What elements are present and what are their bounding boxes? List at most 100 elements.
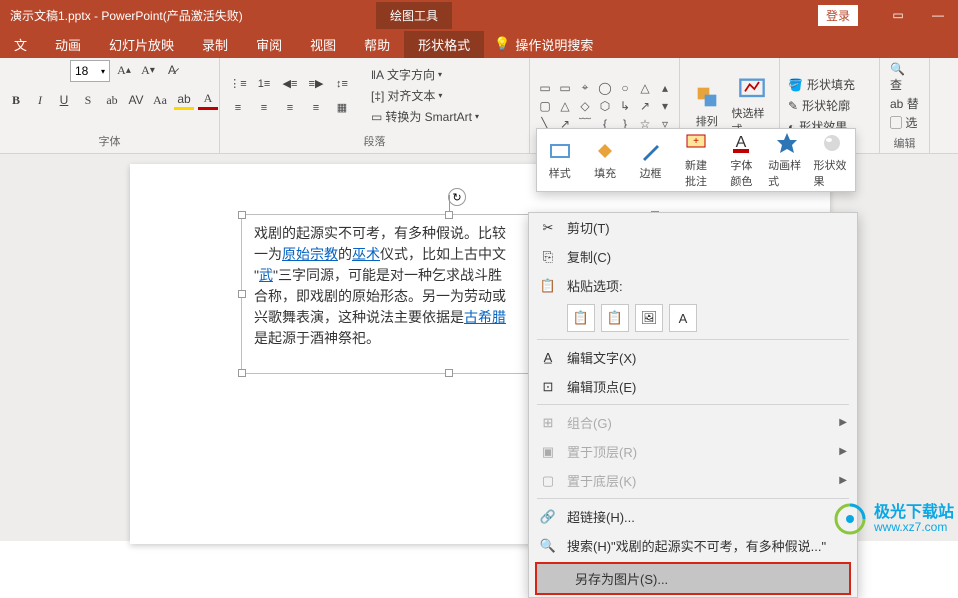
ctx-edit-points[interactable]: ⊡编辑顶点(E)	[529, 372, 857, 401]
tab-animation[interactable]: 动画	[41, 31, 95, 58]
window-title: 演示文稿1.pptx - PowerPoint(产品激活失败)	[0, 7, 376, 24]
select-button[interactable]: ▢ 选	[890, 114, 919, 131]
paste-option-3[interactable]: 🖼	[635, 304, 663, 332]
shrink-font-icon[interactable]: A▾	[138, 60, 158, 80]
link-greece[interactable]: 古希腊	[464, 309, 506, 325]
shape-fill-button[interactable]: 🪣形状填充	[786, 75, 857, 94]
link-wu[interactable]: 武	[259, 267, 273, 283]
indent-right-icon[interactable]: ≡▶	[304, 73, 328, 95]
context-menu: ✂剪切(T) ⎘复制(C) 📋粘贴选项: 📋 📋 🖼 A A̲编辑文字(X) ⊡…	[528, 212, 858, 598]
context-tab-label[interactable]: 绘图工具	[376, 2, 452, 29]
paste-option-2[interactable]: 📋	[601, 304, 629, 332]
fill-icon: 🪣	[788, 78, 803, 92]
link-religion[interactable]: 原始宗教	[282, 246, 338, 262]
mini-shape-effects-button[interactable]: 形状效果	[814, 131, 851, 189]
watermark-logo-icon	[832, 501, 868, 537]
mini-style-button[interactable]: 样式	[541, 139, 578, 181]
shape-outline-button[interactable]: ✎形状轮廓	[786, 96, 857, 115]
line-spacing-icon[interactable]: ↕≡	[330, 73, 354, 95]
login-button[interactable]: 登录	[818, 5, 858, 26]
resize-handle[interactable]	[238, 369, 246, 377]
columns-icon[interactable]: ▦	[330, 97, 354, 119]
align-center-icon[interactable]: ≡	[252, 97, 276, 119]
italic-icon[interactable]: I	[30, 90, 50, 110]
title-bar: 演示文稿1.pptx - PowerPoint(产品激活失败) 绘图工具 登录 …	[0, 0, 958, 30]
ribbon-display-icon[interactable]: ▭	[878, 0, 918, 30]
replace-button[interactable]: ab 替	[890, 95, 919, 112]
link-icon: 🔗	[539, 509, 557, 525]
font-color-icon[interactable]: A	[198, 90, 218, 110]
paragraph-group-label: 段落	[226, 131, 523, 151]
font-size-input[interactable]: 18▾	[70, 60, 110, 82]
svg-text:+: +	[693, 136, 699, 147]
mini-fill-button[interactable]: 填充	[586, 139, 623, 181]
star-icon	[775, 131, 799, 155]
mini-font-color-button[interactable]: A字体 颜色	[723, 131, 760, 189]
resize-handle[interactable]	[238, 211, 246, 219]
spacing-icon[interactable]: AV	[126, 90, 146, 110]
ctx-copy[interactable]: ⎘复制(C)	[529, 242, 857, 271]
link-sorcery[interactable]: 巫术	[352, 246, 380, 262]
tab-slideshow[interactable]: 幻灯片放映	[95, 31, 188, 58]
paste-option-4[interactable]: A	[669, 304, 697, 332]
font-group-label: 字体	[6, 131, 213, 151]
bold-icon[interactable]: B	[6, 90, 26, 110]
bullets-icon[interactable]: ⋮≡	[226, 73, 250, 95]
strike-icon[interactable]: S	[78, 90, 98, 110]
find-button[interactable]: 🔍 查	[890, 62, 919, 93]
convert-smartart-button[interactable]: ▭转换为 SmartArt▾	[368, 107, 482, 126]
ctx-send-back: ▢置于底层(K)▶	[529, 466, 857, 495]
outline-icon: ✎	[788, 99, 798, 113]
align-text-button[interactable]: [‡]对齐文本▾	[368, 86, 482, 105]
ctx-save-as-picture[interactable]: 另存为图片(S)...	[537, 564, 849, 593]
quick-style-icon	[738, 75, 766, 103]
mini-new-comment-button[interactable]: +新建 批注	[677, 131, 714, 189]
rotation-handle-icon[interactable]: ↻	[448, 188, 466, 206]
text-direction-icon: ‖A	[371, 68, 384, 82]
effects-sphere-icon	[820, 131, 844, 155]
ctx-edit-text[interactable]: A̲编辑文字(X)	[529, 343, 857, 372]
tab-record[interactable]: 录制	[188, 31, 242, 58]
watermark-url: www.xz7.com	[874, 521, 954, 534]
indent-left-icon[interactable]: ◀≡	[278, 73, 302, 95]
shadow-icon[interactable]: ab	[102, 90, 122, 110]
ctx-hyperlink[interactable]: 🔗超链接(H)...	[529, 502, 857, 531]
font-color-a-icon: A	[729, 131, 753, 155]
tab-partial[interactable]: 文	[0, 31, 41, 58]
arrange-button[interactable]: 排列	[686, 83, 728, 129]
resize-handle[interactable]	[445, 369, 453, 377]
paste-options: 📋 📋 🖼 A	[529, 300, 857, 336]
style-icon	[548, 139, 572, 163]
tab-help[interactable]: 帮助	[350, 31, 404, 58]
scissors-icon: ✂	[539, 220, 557, 236]
underline-icon[interactable]: U	[54, 90, 74, 110]
justify-icon[interactable]: ≡	[304, 97, 328, 119]
highlight-icon[interactable]: ab	[174, 90, 194, 110]
text-direction-button[interactable]: ‖A文字方向▾	[368, 65, 482, 84]
ctx-cut[interactable]: ✂剪切(T)	[529, 213, 857, 242]
align-right-icon[interactable]: ≡	[278, 97, 302, 119]
resize-handle[interactable]	[445, 211, 453, 219]
case-icon[interactable]: Aa	[150, 90, 170, 110]
paste-option-1[interactable]: 📋	[567, 304, 595, 332]
fill-bucket-icon	[593, 139, 617, 163]
mini-anim-style-button[interactable]: 动画样式	[768, 131, 805, 189]
edit-group-label: 编辑	[886, 133, 923, 153]
ctx-group: ⊞组合(G)▶	[529, 408, 857, 437]
minimize-icon[interactable]: —	[918, 0, 958, 30]
ctx-search[interactable]: 🔍搜索(H)"戏剧的起源实不可考，有多种假说..."	[529, 531, 857, 560]
align-left-icon[interactable]: ≡	[226, 97, 250, 119]
search-icon: 🔍	[539, 538, 557, 554]
shapes-gallery[interactable]: ▭▭⌖◯○△▴ ▢△◇⬡↳↗▾ ╲↗﹋{}☆▿	[536, 80, 674, 132]
tab-view[interactable]: 视图	[296, 31, 350, 58]
mini-toolbar: 样式 填充 边框 +新建 批注 A字体 颜色 动画样式 形状效果	[536, 128, 856, 192]
numbering-icon[interactable]: 1≡	[252, 73, 276, 95]
clear-format-icon[interactable]: A̷	[162, 60, 182, 80]
mini-border-button[interactable]: 边框	[632, 139, 669, 181]
tab-shape-format[interactable]: 形状格式	[404, 31, 484, 58]
grow-font-icon[interactable]: A▴	[114, 60, 134, 80]
edit-points-icon: ⊡	[539, 379, 557, 395]
tab-review[interactable]: 审阅	[242, 31, 296, 58]
tell-me-search[interactable]: 💡 操作说明搜索	[494, 35, 593, 54]
resize-handle[interactable]	[238, 290, 246, 298]
